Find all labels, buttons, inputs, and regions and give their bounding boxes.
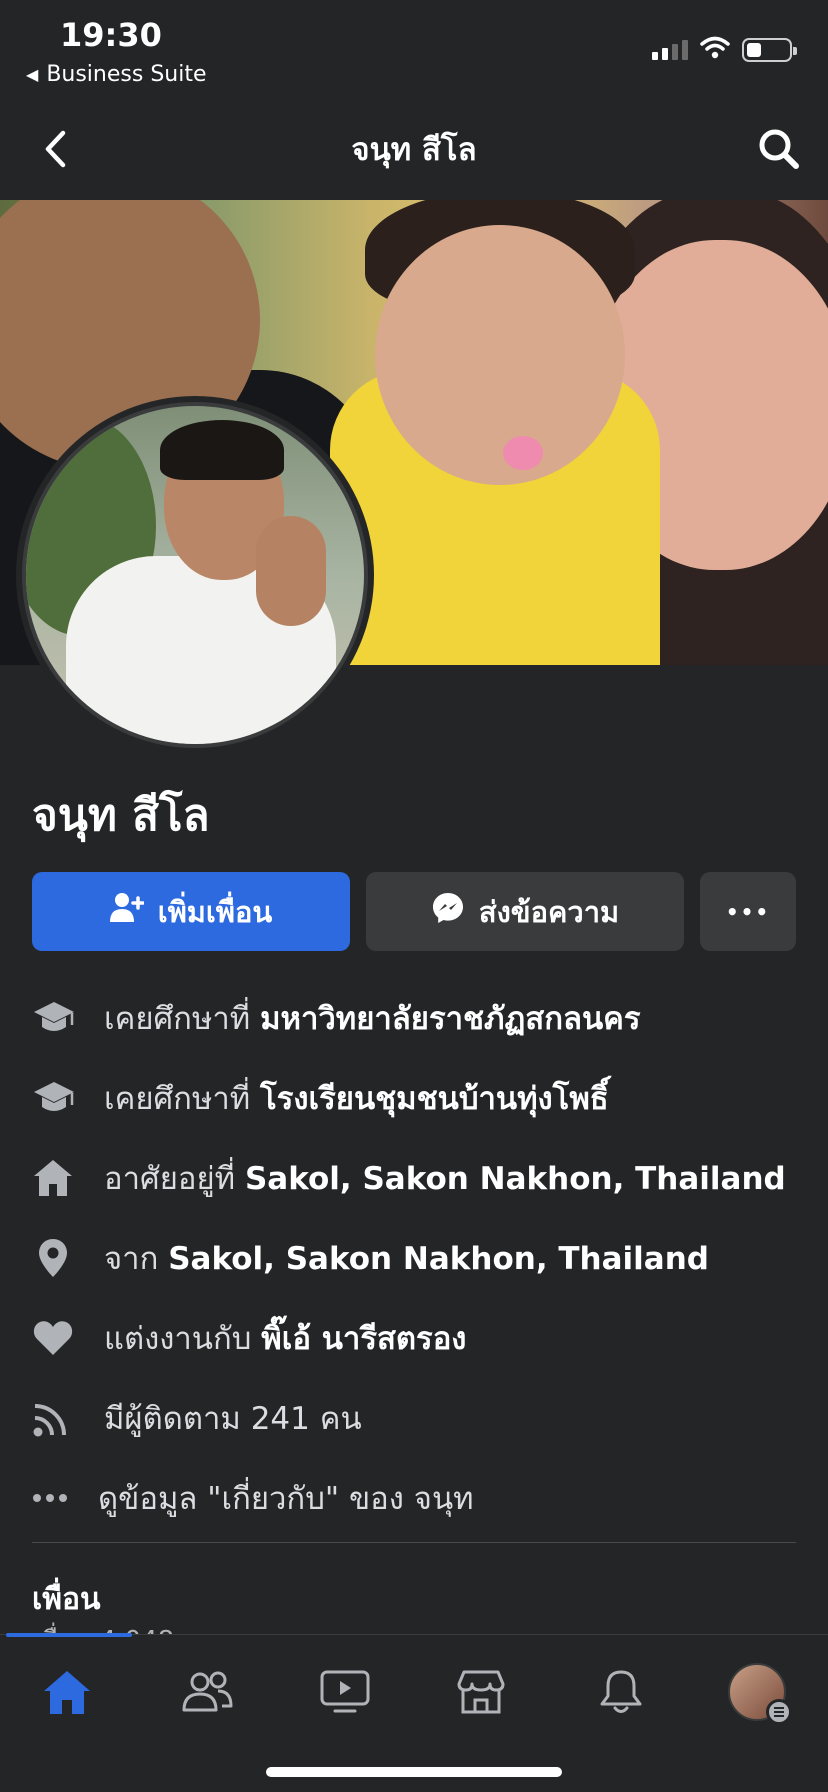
info-row-about[interactable]: ดูข้อมูล "เกี่ยวกับ" ของ จนุท [32, 1468, 796, 1528]
profile-name: จนุท สีโล [32, 790, 210, 841]
spouse-link[interactable]: พิ๊เอ้ นารีสตรอง [261, 1321, 466, 1357]
more-options-button[interactable]: ••• [700, 872, 796, 951]
active-tab-indicator [6, 1633, 132, 1637]
profile-photo [22, 402, 368, 748]
nav-bar: จนุท สีโล [0, 100, 828, 200]
message-button[interactable]: ส่งข้อความ [366, 872, 684, 951]
info-row-from: จาก Sakol, Sakon Nakhon, Thailand [32, 1228, 796, 1288]
education-prefix: เคยศึกษาที่ [104, 1081, 251, 1117]
heart-icon [32, 1314, 88, 1362]
profile-menu-icon[interactable] [712, 1657, 802, 1727]
messenger-icon [431, 891, 465, 932]
bottom-tab-bar [0, 1633, 828, 1792]
add-friend-icon [109, 892, 145, 931]
education-prefix: เคยศึกษาที่ [104, 1001, 251, 1037]
search-icon[interactable] [752, 122, 806, 176]
profile-avatar[interactable] [16, 396, 374, 754]
menu-badge-icon [766, 1699, 792, 1725]
location-pin-icon [32, 1234, 88, 1282]
graduation-cap-icon [32, 1074, 88, 1122]
marketplace-icon[interactable] [436, 1657, 526, 1727]
home-indicator [266, 1767, 562, 1777]
status-time: 19:30 [60, 16, 162, 54]
wifi-icon [700, 36, 730, 64]
cellular-signal-icon [652, 38, 688, 60]
rss-feed-icon [32, 1394, 88, 1442]
message-label: ส่งข้อความ [478, 894, 620, 929]
info-row-relationship: แต่งงานกับ พิ๊เอ้ นารีสตรอง [32, 1308, 796, 1368]
lives-location-link[interactable]: Sakol, Sakon Nakhon, Thailand [245, 1161, 786, 1197]
page-title: จนุท สีโล [351, 132, 477, 168]
from-location-link[interactable]: Sakol, Sakon Nakhon, Thailand [168, 1241, 709, 1277]
friends-section-title[interactable]: เพื่อน [32, 1576, 101, 1623]
info-row-education-2: เคยศึกษาที่ โรงเรียนชุมชนบ้านทุ่งโพธิ์ [32, 1068, 796, 1128]
home-icon[interactable] [22, 1657, 112, 1727]
watch-icon[interactable] [300, 1657, 390, 1727]
back-app-label: Business Suite [46, 62, 207, 87]
section-divider [32, 1542, 796, 1543]
back-to-app-link[interactable]: ◀ Business Suite [26, 62, 207, 87]
more-horizontal-icon [32, 1474, 88, 1522]
info-row-lives-in: อาศัยอยู่ที่ Sakol, Sakon Nakhon, Thaila… [32, 1148, 796, 1208]
status-bar: 19:30 ◀ Business Suite [0, 0, 828, 100]
notifications-icon[interactable] [576, 1657, 666, 1727]
profile-page: 19:30 ◀ Business Suite จนุท สีโล จนุท สี… [0, 0, 828, 1792]
info-row-education-1: เคยศึกษาที่ มหาวิทยาลัยราชภัฏสกลนคร [32, 988, 796, 1048]
married-prefix: แต่งงานกับ [104, 1321, 252, 1357]
from-prefix: จาก [104, 1241, 159, 1277]
graduation-cap-icon [32, 994, 88, 1042]
friends-icon[interactable] [162, 1657, 252, 1727]
education-school-link[interactable]: โรงเรียนชุมชนบ้านทุ่งโพธิ์ [260, 1081, 609, 1117]
avatar [728, 1663, 792, 1725]
profile-actions: เพิ่มเพื่อน ส่งข้อความ ••• [32, 872, 796, 951]
add-friend-button[interactable]: เพิ่มเพื่อน [32, 872, 350, 951]
lives-prefix: อาศัยอยู่ที่ [104, 1161, 236, 1197]
back-triangle-icon: ◀ [26, 65, 39, 84]
battery-icon [742, 38, 797, 62]
about-link-text: ดูข้อมูล "เกี่ยวกับ" ของ จนุท [98, 1481, 474, 1517]
more-dots-icon: ••• [725, 899, 771, 924]
add-friend-label: เพิ่มเพื่อน [157, 894, 273, 929]
followers-text: มีผู้ติดตาม 241 คน [104, 1401, 362, 1437]
info-row-followers: มีผู้ติดตาม 241 คน [32, 1388, 796, 1448]
education-school-link[interactable]: มหาวิทยาลัยราชภัฏสกลนคร [260, 1001, 640, 1037]
home-icon [32, 1154, 88, 1202]
